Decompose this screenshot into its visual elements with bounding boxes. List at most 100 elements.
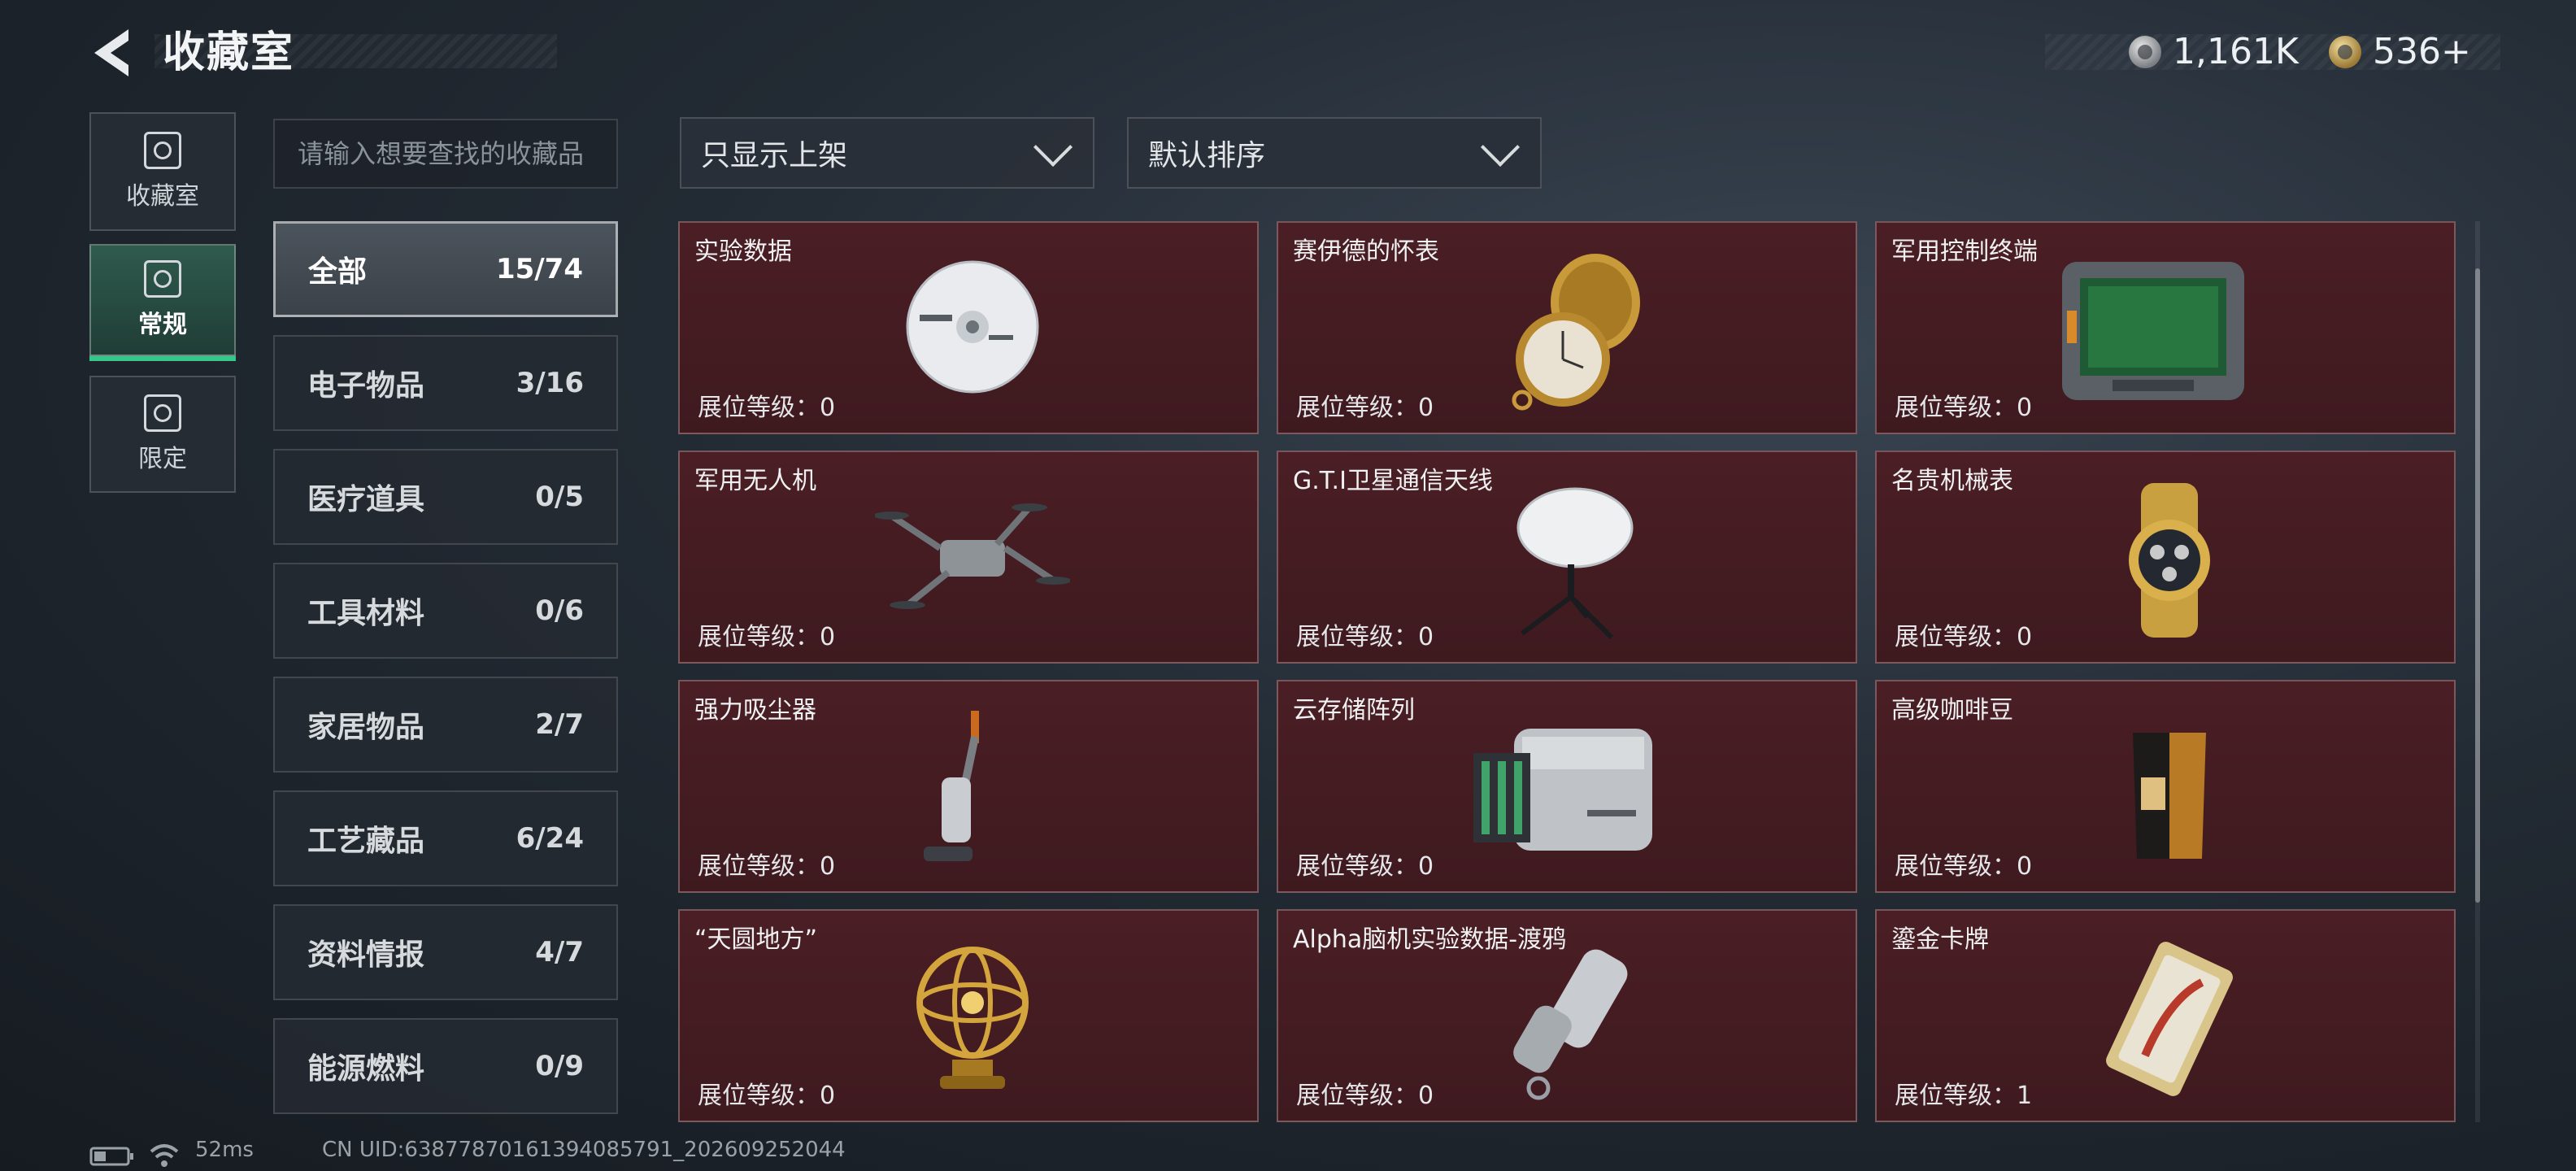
card-level: 展位等级：0	[698, 394, 836, 422]
side-tab-collection-room[interactable]: 收藏室	[89, 112, 236, 231]
collection-grid: 实验数据 展位等级：0 赛伊德的怀表 展位等级：0 军用控制终端 展位等级：0 …	[678, 221, 2459, 1122]
collection-card-storage-array[interactable]: 云存储阵列 展位等级：0	[1277, 680, 1857, 893]
card-title: 实验数据	[694, 237, 792, 266]
card-title: 强力吸尘器	[694, 696, 816, 725]
card-title: 军用无人机	[694, 467, 816, 495]
side-tab-label: 常规	[138, 311, 187, 339]
category-label: 工具材料	[307, 597, 425, 630]
limited-icon	[144, 394, 181, 432]
armillary-sphere-icon	[916, 947, 1029, 1089]
pocket-watch-icon	[1512, 254, 1640, 411]
category-count: 3/16	[516, 367, 584, 399]
card-level: 展位等级：1	[1895, 1082, 2033, 1110]
card-level: 展位等级：0	[1296, 1082, 1434, 1110]
category-count: 6/24	[516, 822, 584, 855]
page-title: 收藏室	[163, 28, 295, 77]
collection-card-vacuum-cleaner[interactable]: 强力吸尘器 展位等级：0	[678, 680, 1259, 893]
card-level: 展位等级：0	[1895, 623, 2033, 651]
card-level: 展位等级：0	[1296, 852, 1434, 881]
card-title: 鎏金卡牌	[1891, 925, 1989, 954]
category-label: 医疗道具	[307, 483, 425, 516]
collection-card-gilded-card[interactable]: 鎏金卡牌 展位等级：1	[1875, 909, 2456, 1122]
regular-icon	[144, 260, 181, 298]
scrollbar-thumb[interactable]	[2475, 268, 2480, 903]
collection-card-experiment-data[interactable]: 实验数据 展位等级：0	[678, 221, 1259, 434]
gilded-card-icon	[2106, 942, 2233, 1096]
category-count: 15/74	[495, 253, 583, 285]
satellite-antenna-icon	[1516, 487, 1634, 640]
card-title: 赛伊德的怀表	[1293, 237, 1439, 266]
category-count: 0/5	[535, 481, 584, 513]
wristwatch-icon	[2129, 483, 2210, 638]
coffee-bag-icon	[2133, 733, 2206, 859]
category-label: 工艺藏品	[307, 825, 425, 858]
collection-card-armillary-sphere[interactable]: “天圆地方” 展位等级：0	[678, 909, 1259, 1122]
drone-icon	[875, 503, 1070, 609]
side-tab-label: 限定	[138, 445, 187, 473]
card-title: 云存储阵列	[1293, 696, 1415, 725]
category-crafts[interactable]: 工艺藏品 6/24	[273, 790, 618, 886]
category-energy[interactable]: 能源燃料 0/9	[273, 1018, 618, 1114]
category-count: 0/6	[535, 594, 584, 627]
category-label: 能源燃料	[307, 1052, 425, 1086]
category-intel[interactable]: 资料情报 4/7	[273, 904, 618, 1000]
sort-dropdown[interactable]: 默认排序	[1127, 117, 1542, 189]
category-tools[interactable]: 工具材料 0/6	[273, 563, 618, 659]
silver-currency-value: 1,161K	[2173, 31, 2299, 72]
shelf-filter-value: 只显示上架	[701, 139, 848, 172]
category-all[interactable]: 全部 15/74	[273, 221, 618, 317]
back-arrow-icon	[94, 29, 128, 76]
category-label: 全部	[308, 255, 368, 289]
side-tab-limited[interactable]: 限定	[89, 376, 236, 493]
gold-coin-icon	[2329, 36, 2361, 68]
card-title: 军用控制终端	[1891, 237, 2038, 266]
card-level: 展位等级：0	[1895, 852, 2033, 881]
card-title: “天圆地方”	[694, 925, 818, 954]
side-tab-regular[interactable]: 常规	[89, 244, 236, 361]
back-button[interactable]	[88, 24, 137, 81]
collection-card-satellite-antenna[interactable]: G.T.I卫星通信天线 展位等级：0	[1277, 451, 1857, 664]
sort-value: 默认排序	[1148, 139, 1266, 172]
card-level: 展位等级：0	[698, 623, 836, 651]
card-level: 展位等级：0	[1296, 394, 1434, 422]
card-title: 高级咖啡豆	[1891, 696, 2013, 725]
collection-card-coffee-beans[interactable]: 高级咖啡豆 展位等级：0	[1875, 680, 2456, 893]
collection-card-pocket-watch[interactable]: 赛伊德的怀表 展位等级：0	[1277, 221, 1857, 434]
uid-text: CN UID:638778701613940857​91_20260925204…	[322, 1138, 846, 1162]
category-label: 电子物品	[307, 369, 425, 403]
card-level: 展位等级：0	[698, 1082, 836, 1110]
category-count: 4/7	[535, 936, 584, 969]
collection-card-alpha-raven-data[interactable]: Alpha脑机实验数据-渡鸦 展位等级：0	[1277, 909, 1857, 1122]
silver-coin-icon	[2129, 36, 2161, 68]
collection-room-icon	[144, 132, 181, 169]
shelf-filter-dropdown[interactable]: 只显示上架	[680, 117, 1094, 189]
disc-icon	[906, 260, 1039, 394]
chevron-down-icon	[1480, 127, 1521, 168]
card-level: 展位等级：0	[1895, 394, 2033, 422]
category-label: 资料情报	[307, 938, 425, 972]
storage-array-icon	[1473, 729, 1652, 851]
category-household[interactable]: 家居物品 2/7	[273, 677, 618, 773]
category-electronics[interactable]: 电子物品 3/16	[273, 335, 618, 431]
control-terminal-icon	[2062, 262, 2244, 400]
category-medical[interactable]: 医疗道具 0/5	[273, 449, 618, 545]
collection-card-control-terminal[interactable]: 军用控制终端 展位等级：0	[1875, 221, 2456, 434]
battery-icon	[89, 1147, 133, 1166]
latency-text: 52ms	[195, 1138, 254, 1162]
gold-currency-value: 536+	[2373, 31, 2471, 72]
card-level: 展位等级：0	[698, 852, 836, 881]
category-count: 2/7	[535, 708, 584, 741]
data-canister-icon	[1513, 949, 1628, 1100]
chevron-down-icon	[1033, 127, 1073, 168]
wifi-icon	[150, 1144, 179, 1167]
vacuum-cleaner-icon	[924, 711, 979, 861]
card-level: 展位等级：0	[1296, 623, 1434, 651]
collection-card-wristwatch[interactable]: 名贵机械表 展位等级：0	[1875, 451, 2456, 664]
search-input[interactable]	[273, 119, 618, 189]
category-count: 0/9	[535, 1050, 584, 1082]
collection-card-drone[interactable]: 军用无人机 展位等级：0	[678, 451, 1259, 664]
side-tab-label: 收藏室	[126, 182, 199, 211]
category-label: 家居物品	[307, 711, 425, 744]
card-title: 名贵机械表	[1891, 467, 2013, 495]
card-title: G.T.I卫星通信天线	[1293, 467, 1493, 495]
